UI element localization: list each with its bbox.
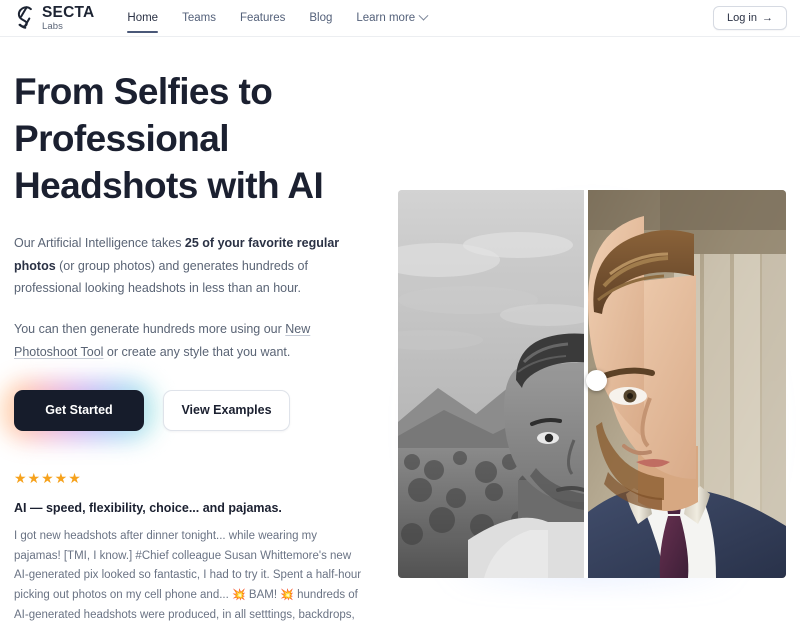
testimonial-body-part2: BAM! [245,589,281,602]
collision-emoji-icon: 💥 [232,589,246,602]
testimonial-title: AI — speed, flexibility, choice... and p… [14,500,282,515]
nav-item-teams[interactable]: Teams [170,0,228,37]
arrow-right-icon: → [762,11,773,24]
testimonial-body: I got new headshots after dinner tonight… [14,527,364,628]
page-title: From Selfies to Professional Headshots w… [14,71,324,206]
secta-bolt-logo-icon [17,5,32,29]
nav-item-home-label: Home [127,12,159,24]
hero-left-column: From Selfies to Professional Headshots w… [2,69,374,628]
login-button[interactable]: Log in → [713,6,787,30]
nav-item-features-label: Features [239,12,286,24]
hero-p1-after: (or group photos) and generates hundreds… [14,258,308,296]
login-button-label: Log in [727,12,757,24]
brand-name: SECTA [42,4,95,21]
nav-item-learn-more[interactable]: Learn more [344,0,439,37]
collision-emoji-icon-2: 💥 [280,589,294,602]
nav-item-blog-label: Blog [309,12,333,24]
hero-paragraph-2: You can then generate hundreds more usin… [14,318,364,364]
get-started-wrapper: Get Started [2,379,156,441]
brand-text: SECTA Labs [42,5,94,31]
before-after-comparison[interactable] [388,182,796,590]
main-navigation: Home Teams Features Blog Learn more [115,0,439,37]
brand-logo[interactable]: SECTA Labs [14,5,94,31]
hero-p2-before: You can then generate hundreds more usin… [14,322,286,337]
view-examples-button[interactable]: View Examples [163,389,290,431]
nav-item-learn-more-label: Learn more [356,12,416,24]
hero-paragraph-1: Our Artificial Intelligence takes 25 of … [14,232,364,300]
nav-item-blog[interactable]: Blog [297,0,344,37]
chevron-down-icon [418,10,429,21]
star-rating-icon: ★★★★★ [14,469,82,486]
nav-item-features[interactable]: Features [228,0,297,37]
testimonial: ★★★★★ AI — speed, flexibility, choice...… [14,471,364,628]
brand-subtitle: Labs [42,20,64,32]
nav-item-teams-label: Teams [182,12,216,24]
hero-p2-after: or create any style that you want. [103,344,291,359]
site-header: SECTA Labs Home Teams Features Blog Lear… [0,0,800,37]
hero-p1-before: Our Artificial Intelligence takes [14,235,185,250]
nav-item-home[interactable]: Home [115,0,170,37]
get-started-button[interactable]: Get Started [14,389,144,431]
cta-row: Get Started View Examples [2,379,374,441]
slider-handle[interactable] [586,370,607,391]
hero-section: From Selfies to Professional Headshots w… [0,37,800,628]
